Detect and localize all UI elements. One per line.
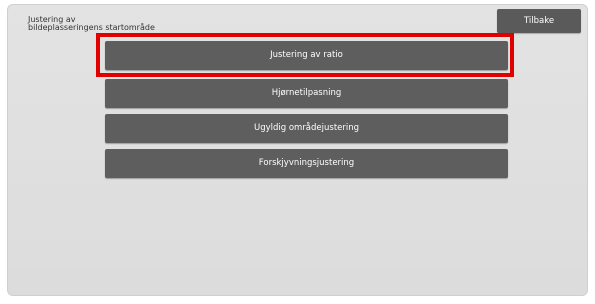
page-title: Justering av bildeplasseringens startomr… bbox=[28, 15, 155, 32]
invalid-area-adjustment-button[interactable]: Ugyldig områdejustering bbox=[105, 114, 508, 143]
offset-adjustment-button[interactable]: Forskjyvningsjustering bbox=[105, 149, 508, 178]
ratio-adjustment-button[interactable]: Justering av ratio bbox=[105, 41, 508, 70]
back-button[interactable]: Tilbake bbox=[497, 9, 581, 33]
corner-fit-button[interactable]: Hjørnetilpasning bbox=[105, 79, 508, 108]
